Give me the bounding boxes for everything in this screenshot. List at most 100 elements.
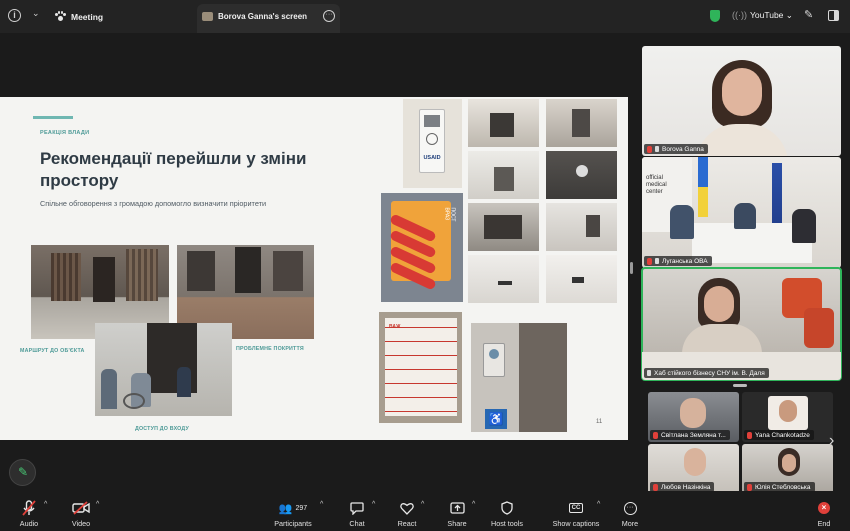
chevron-up-icon[interactable]: ^ bbox=[320, 501, 323, 508]
gallery-tile[interactable]: Любов Назінкіна bbox=[648, 444, 739, 494]
pin-icon bbox=[655, 258, 659, 264]
slide-page-number: 11 bbox=[596, 419, 603, 425]
slide-title: Рекомендації перейшли у зміни простору bbox=[40, 149, 307, 190]
info-icon[interactable]: i bbox=[8, 9, 21, 22]
layout-icon[interactable] bbox=[828, 10, 839, 21]
grid-photo bbox=[468, 151, 539, 199]
top-bar: i ⌄ Meeting Borova Ganna's screen ··· ((… bbox=[0, 0, 850, 33]
gallery-tile[interactable]: Світлана Земляна т... bbox=[648, 392, 739, 442]
poster-text: ВАЖ bbox=[389, 324, 401, 330]
post-label: ПОСТ ВРАЗ bbox=[443, 207, 456, 222]
caption-route: МАРШРУТ ДО ОБ'ЄКТА bbox=[20, 348, 85, 354]
heart-icon bbox=[393, 498, 421, 518]
screen-thumb-icon bbox=[202, 12, 213, 21]
chat-button[interactable]: Chat bbox=[343, 491, 371, 531]
chevron-up-icon[interactable]: ^ bbox=[597, 501, 600, 508]
grid-photo bbox=[546, 203, 617, 251]
share-button[interactable]: Share bbox=[443, 491, 471, 531]
mic-muted-icon bbox=[647, 257, 652, 265]
name-tag: Луганська ОВА bbox=[644, 256, 712, 266]
cc-icon: CC bbox=[550, 498, 602, 518]
screen-share-tab[interactable]: Borova Ganna's screen ··· bbox=[197, 4, 340, 33]
shield-icon[interactable] bbox=[710, 10, 720, 22]
chevron-down-icon: ⌄ bbox=[785, 10, 793, 20]
photo-posters: ВАЖ bbox=[379, 312, 462, 423]
live-icon: ((·)) bbox=[732, 10, 747, 20]
participant-name: Хаб стійкого бізнесу СНУ ім. В. Даля bbox=[654, 369, 765, 377]
photo-markers: ПОСТ ВРАЗ bbox=[381, 193, 463, 302]
more-icon[interactable]: ··· bbox=[323, 10, 335, 22]
participant-name: Borova Ganna bbox=[662, 145, 704, 153]
grid-photo bbox=[546, 151, 617, 199]
participants-count: 297 bbox=[295, 504, 308, 512]
photo-door: ♿ bbox=[471, 323, 567, 432]
pin-icon bbox=[655, 146, 659, 152]
video-button[interactable]: Video bbox=[66, 491, 96, 531]
slide-tag: РЕАКЦІЯ ВЛАДИ bbox=[40, 130, 90, 136]
pencil-icon: ✎ bbox=[18, 465, 29, 479]
chevron-right-icon[interactable]: › bbox=[829, 432, 834, 450]
react-button[interactable]: React bbox=[393, 491, 421, 531]
chevron-up-icon[interactable]: ^ bbox=[372, 501, 375, 508]
share-screen-icon bbox=[443, 498, 471, 518]
name-tag: Yana Chankotadze bbox=[744, 430, 814, 440]
pen-icon[interactable]: ✎ bbox=[804, 8, 813, 21]
gallery-tile[interactable]: Yana Chankotadze bbox=[742, 392, 833, 442]
participant-name: Yana Chankotadze bbox=[755, 431, 810, 439]
people-icon: 👥 bbox=[278, 502, 293, 515]
share-label: Share bbox=[447, 519, 467, 528]
participant-name: Світлана Земляна т... bbox=[661, 431, 726, 439]
meeting-tab[interactable]: Meeting bbox=[55, 9, 103, 24]
office-sign: official medical center bbox=[646, 175, 667, 195]
name-tag: Borova Ganna bbox=[644, 144, 708, 154]
youtube-stream-menu[interactable]: YouTube ⌄ bbox=[750, 10, 793, 21]
chevron-up-icon[interactable]: ^ bbox=[44, 501, 47, 508]
shield-icon bbox=[486, 498, 528, 518]
gallery-tile[interactable]: Юлія Стебловська bbox=[742, 444, 833, 494]
chevron-up-icon[interactable]: ^ bbox=[421, 501, 424, 508]
chevron-up-icon[interactable]: ^ bbox=[472, 501, 475, 508]
pin-icon bbox=[647, 370, 651, 376]
slide-accent-line bbox=[33, 116, 73, 119]
participants-button[interactable]: 👥 297 Participants bbox=[268, 491, 318, 531]
more-icon: ··· bbox=[617, 498, 643, 518]
host-tools-label: Host tools bbox=[491, 519, 523, 528]
video-tile-borova-ganna[interactable]: Borova Ganna bbox=[642, 46, 841, 156]
mic-muted-icon bbox=[747, 431, 752, 439]
photo-usaid-box: USAID bbox=[403, 99, 462, 188]
end-label: End bbox=[817, 519, 831, 528]
audio-button[interactable]: Audio bbox=[14, 491, 44, 531]
more-button[interactable]: ··· More bbox=[617, 491, 643, 531]
gallery-resize-handle[interactable] bbox=[733, 384, 747, 387]
end-button[interactable]: × End bbox=[812, 491, 836, 531]
bottom-toolbar: Audio ^ Video ^ 👥 297 Participants ^ Cha… bbox=[0, 491, 850, 531]
participants-icon-wrap: 👥 297 bbox=[268, 498, 318, 518]
more-label: More bbox=[621, 519, 639, 528]
video-tile-resilience-hub[interactable]: Хаб стійкого бізнесу СНУ ім. В. Даля bbox=[641, 267, 842, 381]
mic-muted-icon bbox=[647, 145, 652, 153]
caption-surface: ПРОБЛЕМНЕ ПОКРИТТЯ bbox=[236, 346, 304, 352]
mic-muted-icon bbox=[653, 431, 658, 439]
chevron-up-icon[interactable]: ^ bbox=[96, 501, 99, 508]
youtube-label: YouTube bbox=[750, 10, 784, 20]
host-tools-button[interactable]: Host tools bbox=[486, 491, 528, 531]
captions-label: Show captions bbox=[552, 519, 600, 528]
participant-name: Луганська ОВА bbox=[662, 257, 708, 265]
caption-access: ДОСТУП ДО ВХОДУ bbox=[135, 426, 189, 432]
participants-label: Participants bbox=[274, 519, 312, 528]
photo-access bbox=[95, 323, 232, 416]
paw-icon bbox=[55, 11, 66, 22]
slide-subtitle: Спільне обговорення з громадою допомогло… bbox=[40, 199, 267, 208]
meeting-label: Meeting bbox=[71, 11, 104, 22]
chevron-down-icon[interactable]: ⌄ bbox=[32, 8, 40, 19]
chat-label: Chat bbox=[349, 519, 365, 528]
end-icon: × bbox=[812, 498, 836, 518]
grid-photo bbox=[468, 203, 539, 251]
video-tile-luhansk-ova[interactable]: official medical center Луганська ОВА bbox=[642, 157, 841, 268]
captions-button[interactable]: CC Show captions bbox=[550, 491, 602, 531]
video-label: Video bbox=[71, 519, 91, 528]
participant-name: Юлія Стебловська bbox=[755, 483, 811, 491]
resize-handle[interactable] bbox=[630, 262, 633, 274]
mic-muted-icon bbox=[653, 483, 658, 491]
annotate-button[interactable]: ✎ bbox=[9, 459, 36, 486]
